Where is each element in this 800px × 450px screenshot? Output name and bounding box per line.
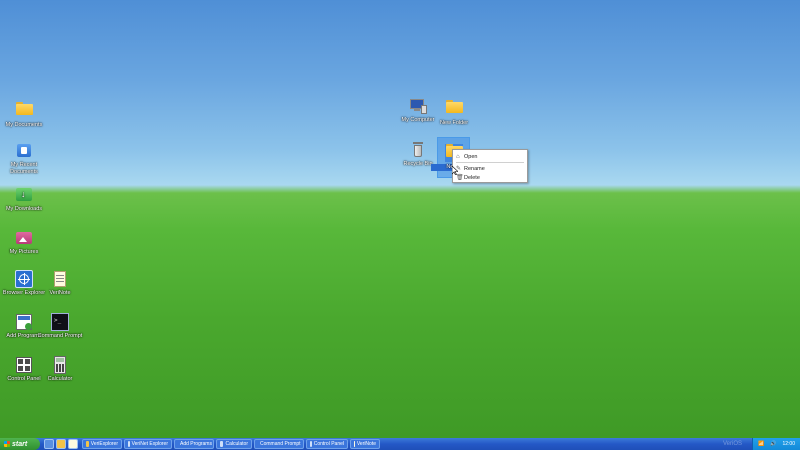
desktop-icon-my-recent-documents[interactable]: My Recent Documents	[1, 142, 47, 176]
icon-label: My Pictures	[9, 249, 39, 255]
icon-label: Command Prompt	[37, 333, 83, 339]
task-add-programs[interactable]: Add Programs	[174, 439, 214, 449]
desktop[interactable]: My Documents My Recent Documents ↓ My Do…	[0, 0, 800, 438]
task-veriexplorer[interactable]: VeriExplorer	[82, 439, 122, 449]
windows-logo-icon	[4, 441, 10, 447]
recent-documents-icon	[15, 142, 33, 160]
watermark: VeriOS	[722, 441, 742, 447]
context-menu-open[interactable]: ⌂ Open	[453, 152, 527, 161]
notepad-icon	[51, 270, 69, 288]
notepad-icon	[354, 441, 355, 447]
desktop-icon-my-documents[interactable]: My Documents	[1, 99, 47, 129]
browser-icon	[128, 441, 130, 447]
desktop-icon-my-pictures[interactable]: My Pictures	[1, 229, 47, 256]
context-menu-delete[interactable]: 🗑 Delete	[453, 173, 527, 182]
icon-label: My Documents	[5, 122, 43, 128]
command-prompt-icon: >_	[51, 313, 69, 331]
desktop-icon-my-downloads[interactable]: ↓ My Downloads	[1, 186, 47, 213]
computer-icon	[409, 97, 427, 115]
task-label: Add Programs	[180, 441, 212, 447]
icon-label: My Recent Documents	[10, 162, 38, 175]
task-label: Control Panel	[313, 441, 344, 447]
quick-launch	[40, 439, 82, 449]
menu-item-label: Delete	[464, 174, 480, 181]
task-label: VeriNote	[356, 441, 376, 447]
task-control-panel[interactable]: Control Panel	[306, 439, 348, 449]
desktop-icon-command-prompt[interactable]: >_ Command Prompt	[37, 313, 83, 340]
task-label: Calculator	[225, 441, 248, 447]
desktop-icon-calculator[interactable]: Calculator	[37, 356, 83, 383]
context-menu-rename[interactable]: ✎ Rename	[453, 164, 527, 173]
system-tray: 📶 🔊 12:00	[752, 438, 800, 450]
quicklaunch-browser-icon[interactable]	[44, 439, 54, 449]
folder-icon	[445, 100, 463, 118]
delete-icon: 🗑	[456, 175, 464, 181]
calculator-icon	[51, 356, 69, 374]
desktop-icon-new-folder[interactable]: New Folder	[431, 97, 477, 127]
start-label: start	[12, 440, 28, 448]
menu-item-label: Open	[464, 153, 478, 160]
task-command-prompt[interactable]: Command Prompt	[254, 439, 304, 449]
add-programs-icon	[15, 313, 33, 331]
menu-item-label: Rename	[464, 165, 485, 172]
calculator-icon	[220, 441, 224, 447]
control-panel-icon	[310, 441, 312, 447]
quicklaunch-notepad-icon[interactable]	[68, 439, 78, 449]
desktop-icon-verinote[interactable]: VeriNote	[37, 270, 83, 297]
start-button[interactable]: start	[0, 438, 40, 450]
task-verinet-explorer[interactable]: VeriNet Explorer	[124, 439, 172, 449]
mouse-cursor-icon	[452, 166, 458, 175]
quicklaunch-folder-icon[interactable]	[56, 439, 66, 449]
task-label: VeriNet Explorer	[131, 441, 168, 447]
clock[interactable]: 12:00	[782, 441, 795, 447]
pictures-icon	[15, 229, 33, 247]
folder-icon	[86, 441, 89, 447]
icon-label: My Downloads	[5, 206, 43, 212]
network-icon[interactable]: 📶	[758, 441, 764, 447]
icon-label: VeriNote	[49, 290, 71, 296]
control-panel-icon	[15, 356, 33, 374]
icon-label: New Folder	[439, 120, 469, 126]
taskbar-tasks: VeriExplorer VeriNet Explorer Add Progra…	[82, 439, 380, 449]
task-label: Command Prompt	[260, 441, 301, 447]
folder-icon	[15, 102, 33, 120]
downloads-icon: ↓	[15, 186, 33, 204]
browser-icon	[15, 270, 33, 288]
volume-icon[interactable]: 🔊	[770, 441, 776, 447]
recycle-bin-icon	[409, 141, 427, 159]
icon-label: Calculator	[47, 376, 73, 382]
taskbar: start VeriExplorer VeriNet Explorer Add …	[0, 438, 800, 450]
task-label: VeriExplorer	[90, 441, 118, 447]
context-menu: ⌂ Open ✎ Rename 🗑 Delete	[452, 149, 528, 183]
open-icon: ⌂	[456, 153, 460, 160]
menu-divider	[456, 162, 524, 163]
task-calculator[interactable]: Calculator	[216, 439, 252, 449]
task-verinote[interactable]: VeriNote	[350, 439, 380, 449]
